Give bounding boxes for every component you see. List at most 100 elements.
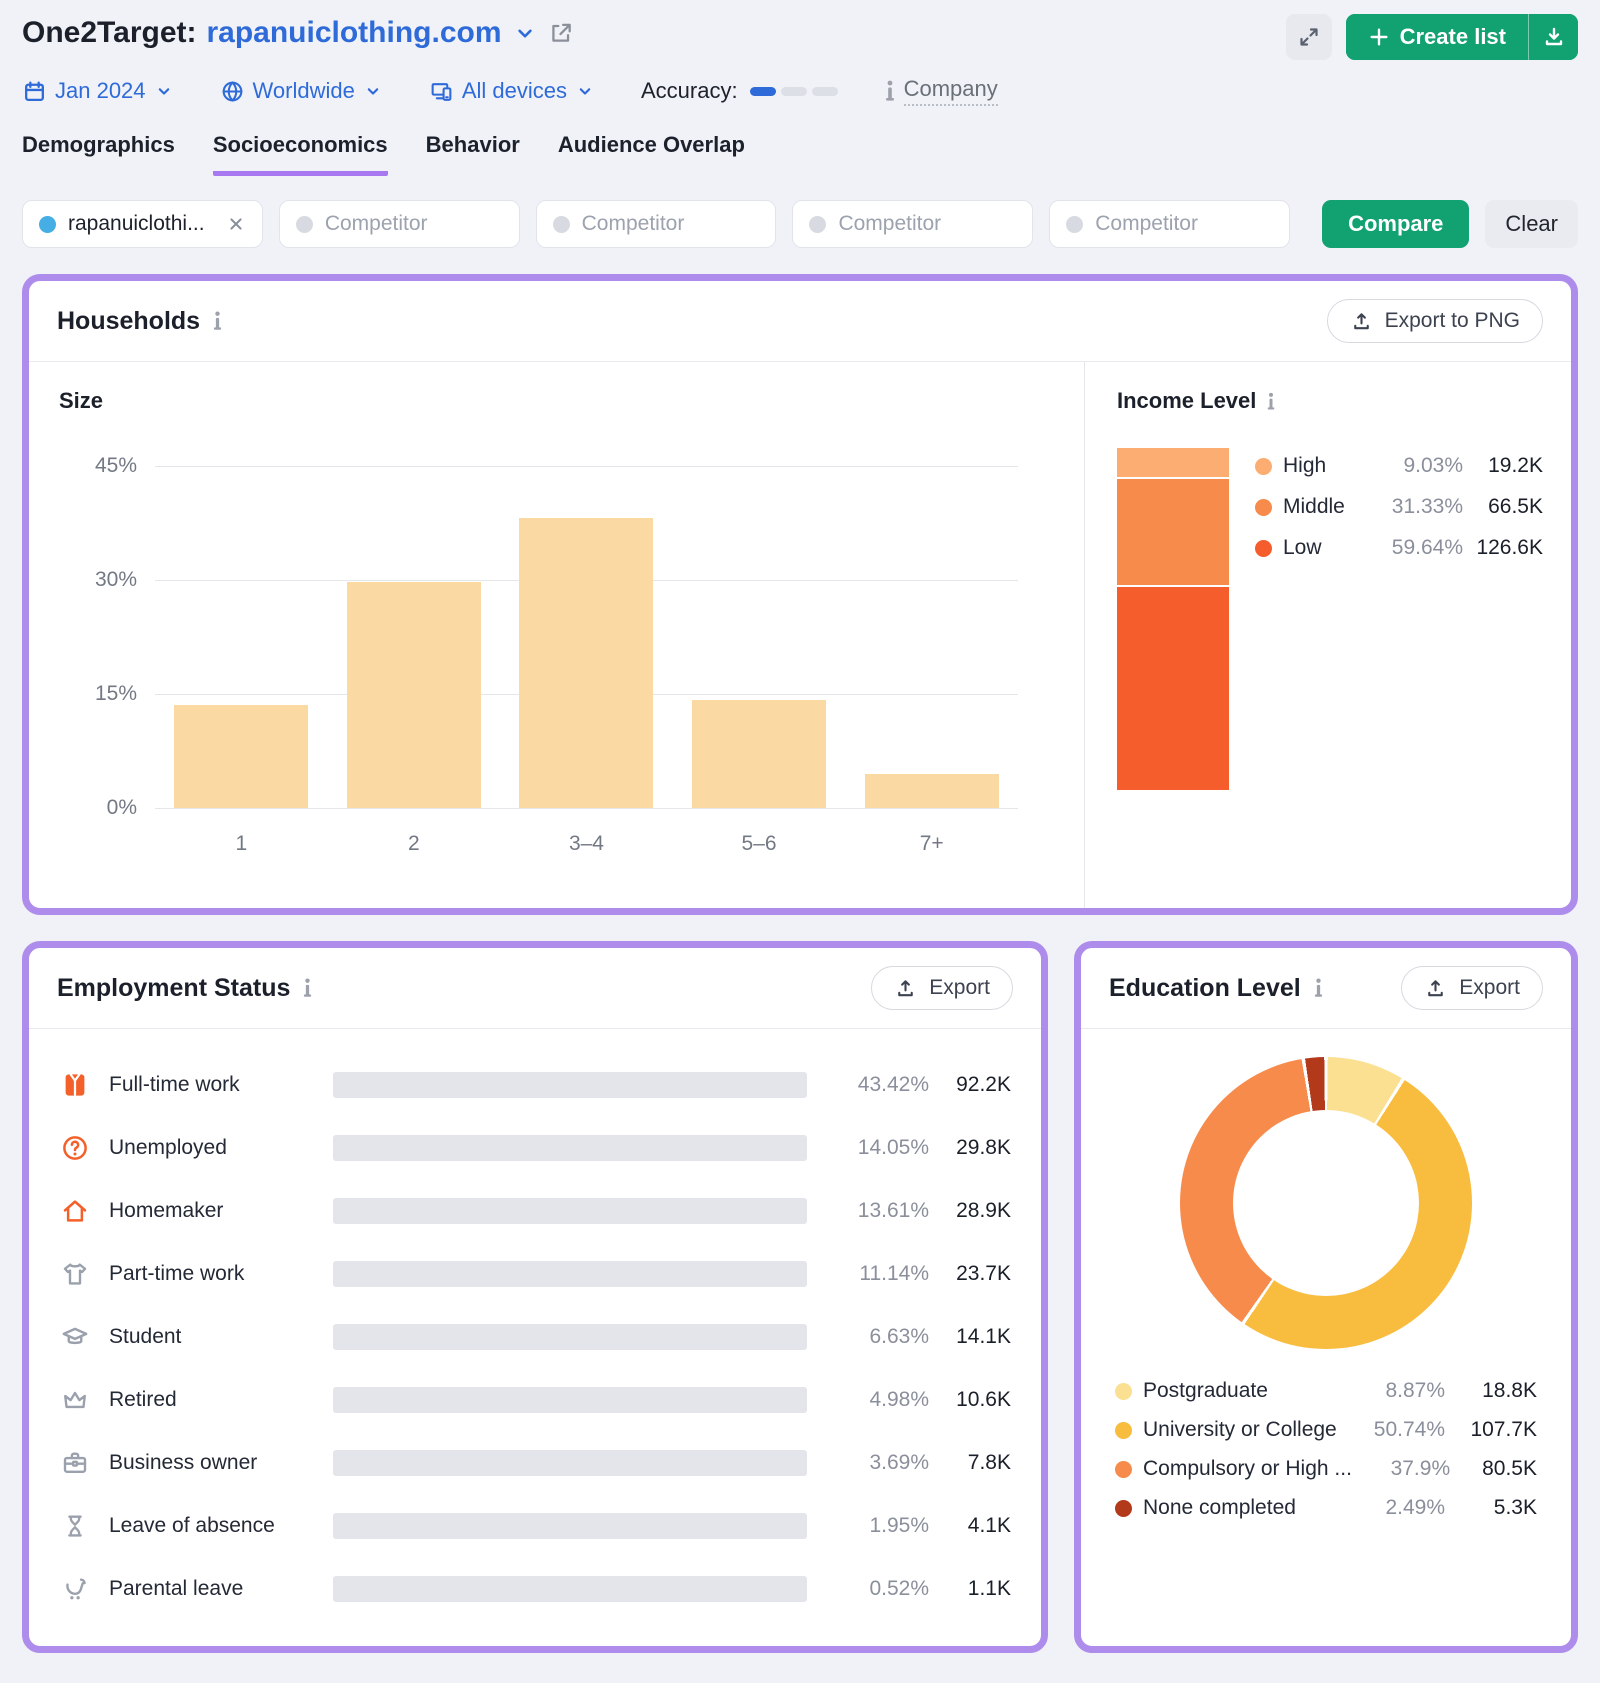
competitor-dot-icon bbox=[553, 216, 570, 233]
clear-button[interactable]: Clear bbox=[1485, 200, 1578, 248]
calendar-icon bbox=[22, 79, 47, 104]
download-button[interactable] bbox=[1528, 14, 1578, 60]
size-bar bbox=[865, 774, 999, 808]
legend-count: 5.3K bbox=[1445, 1496, 1537, 1520]
education-level-card: Education Level Export bbox=[1074, 941, 1578, 1653]
household-size-bar-chart: 45%30%15%0%123–45–67+ bbox=[155, 466, 1018, 808]
competitor-input-2[interactable]: Competitor bbox=[536, 200, 777, 248]
bar-slot: 7+ bbox=[845, 466, 1018, 808]
legend-row-compulsory: Compulsory or High ... 37.9% 80.5K bbox=[1115, 1457, 1537, 1481]
briefcase-icon bbox=[59, 1448, 91, 1478]
households-card-header: Households Export to PNG bbox=[29, 281, 1571, 362]
chevron-down-icon bbox=[363, 81, 383, 101]
employment-percent: 14.05% bbox=[817, 1136, 929, 1160]
company-link-label: Company bbox=[904, 76, 998, 106]
legend-dot bbox=[1115, 1461, 1132, 1478]
date-filter[interactable]: Jan 2024 bbox=[22, 78, 174, 104]
donut-hole bbox=[1233, 1110, 1419, 1296]
compare-button[interactable]: Compare bbox=[1322, 200, 1469, 248]
graduation-cap-icon bbox=[59, 1322, 91, 1352]
create-list-label: Create list bbox=[1400, 24, 1506, 50]
size-bar bbox=[174, 705, 308, 808]
info-icon[interactable] bbox=[1313, 978, 1324, 998]
domain-dropdown[interactable]: rapanuiclothing.com bbox=[206, 16, 501, 50]
employment-label: Homemaker bbox=[109, 1199, 333, 1223]
size-bar bbox=[347, 582, 481, 808]
tab-socioeconomics[interactable]: Socioeconomics bbox=[213, 132, 388, 176]
education-export-button[interactable]: Export bbox=[1401, 966, 1543, 1010]
download-icon bbox=[1542, 25, 1566, 49]
gridline bbox=[155, 808, 1018, 809]
competitor-dot-icon bbox=[1066, 216, 1083, 233]
tab-demographics[interactable]: Demographics bbox=[22, 132, 175, 176]
employment-status-title: Employment Status bbox=[57, 974, 290, 1003]
expand-button[interactable] bbox=[1286, 14, 1332, 60]
employment-label: Retired bbox=[109, 1388, 333, 1412]
legend-row-low: Low 59.64% 126.6K bbox=[1255, 536, 1543, 560]
x-axis-label: 2 bbox=[328, 832, 501, 856]
company-link[interactable]: Company bbox=[884, 76, 998, 106]
employment-percent: 13.61% bbox=[817, 1199, 929, 1223]
y-axis-tick: 0% bbox=[65, 796, 137, 820]
info-icon[interactable] bbox=[1266, 392, 1276, 411]
close-icon[interactable] bbox=[226, 214, 246, 234]
competitor-input-3[interactable]: Competitor bbox=[792, 200, 1033, 248]
legend-percent: 59.64% bbox=[1371, 536, 1463, 560]
region-filter-label: Worldwide bbox=[253, 78, 355, 104]
education-legend: Postgraduate 8.87% 18.8K University or C… bbox=[1081, 1349, 1571, 1535]
legend-label: None completed bbox=[1143, 1496, 1341, 1520]
filter-bar: Jan 2024 Worldwide All devices Accura bbox=[22, 76, 1578, 106]
x-axis-label: 7+ bbox=[845, 832, 1018, 856]
legend-count: 66.5K bbox=[1463, 495, 1543, 519]
employment-count: 14.1K bbox=[929, 1325, 1011, 1349]
domain-dot-icon bbox=[39, 216, 56, 233]
legend-percent: 37.9% bbox=[1352, 1457, 1450, 1481]
education-card-header: Education Level Export bbox=[1081, 948, 1571, 1029]
info-icon[interactable] bbox=[302, 978, 313, 998]
info-icon[interactable] bbox=[212, 311, 223, 331]
accuracy-indicator: Accuracy: bbox=[641, 78, 838, 104]
employment-label: Part-time work bbox=[109, 1262, 333, 1286]
date-filter-label: Jan 2024 bbox=[55, 78, 146, 104]
export-icon bbox=[1424, 977, 1447, 1000]
export-to-png-button[interactable]: Export to PNG bbox=[1327, 299, 1543, 343]
devices-filter[interactable]: All devices bbox=[429, 78, 595, 104]
top-bar: One2Target: rapanuiclothing.com Cr bbox=[22, 14, 1578, 60]
legend-count: 19.2K bbox=[1463, 454, 1543, 478]
competitor-placeholder: Competitor bbox=[325, 212, 503, 236]
employment-row: Business owner 3.69% 7.8K bbox=[59, 1431, 1011, 1494]
income-level-legend: High 9.03% 19.2K Middle 31.33% 66.5K bbox=[1255, 448, 1543, 792]
region-filter[interactable]: Worldwide bbox=[220, 78, 383, 104]
legend-dot bbox=[1115, 1500, 1132, 1517]
legend-label: Postgraduate bbox=[1143, 1379, 1341, 1403]
employment-export-button[interactable]: Export bbox=[871, 966, 1013, 1010]
employment-row: Unemployed 14.05% 29.8K bbox=[59, 1116, 1011, 1179]
education-donut-chart bbox=[1180, 1057, 1472, 1349]
create-list-button[interactable]: Create list bbox=[1346, 14, 1528, 60]
tab-audience-overlap[interactable]: Audience Overlap bbox=[558, 132, 745, 176]
chevron-down-icon[interactable] bbox=[512, 20, 538, 46]
accuracy-pills bbox=[750, 87, 838, 96]
tshirt-icon bbox=[59, 1259, 91, 1289]
home-icon bbox=[59, 1196, 91, 1226]
bar-track bbox=[333, 1198, 807, 1224]
legend-percent: 2.49% bbox=[1341, 1496, 1445, 1520]
x-axis-label: 5–6 bbox=[673, 832, 846, 856]
competitor-input-4[interactable]: Competitor bbox=[1049, 200, 1290, 248]
size-bar bbox=[519, 518, 653, 808]
bars-row: 123–45–67+ bbox=[155, 466, 1018, 808]
y-axis-tick: 45% bbox=[65, 454, 137, 478]
tab-behavior[interactable]: Behavior bbox=[426, 132, 520, 176]
bar-slot: 1 bbox=[155, 466, 328, 808]
devices-icon bbox=[429, 79, 454, 104]
external-link-icon[interactable] bbox=[548, 20, 574, 46]
export-to-png-label: Export to PNG bbox=[1385, 309, 1520, 333]
employment-row: Retired 4.98% 10.6K bbox=[59, 1368, 1011, 1431]
competitor-input-1[interactable]: Competitor bbox=[279, 200, 520, 248]
employment-row: Part-time work 11.14% 23.7K bbox=[59, 1242, 1011, 1305]
employment-label: Full-time work bbox=[109, 1073, 333, 1097]
bar-track bbox=[333, 1513, 807, 1539]
legend-row-middle: Middle 31.33% 66.5K bbox=[1255, 495, 1543, 519]
report-tabs: Demographics Socioeconomics Behavior Aud… bbox=[22, 132, 1578, 176]
main-domain-chip[interactable]: rapanuiclothi... bbox=[22, 200, 263, 248]
